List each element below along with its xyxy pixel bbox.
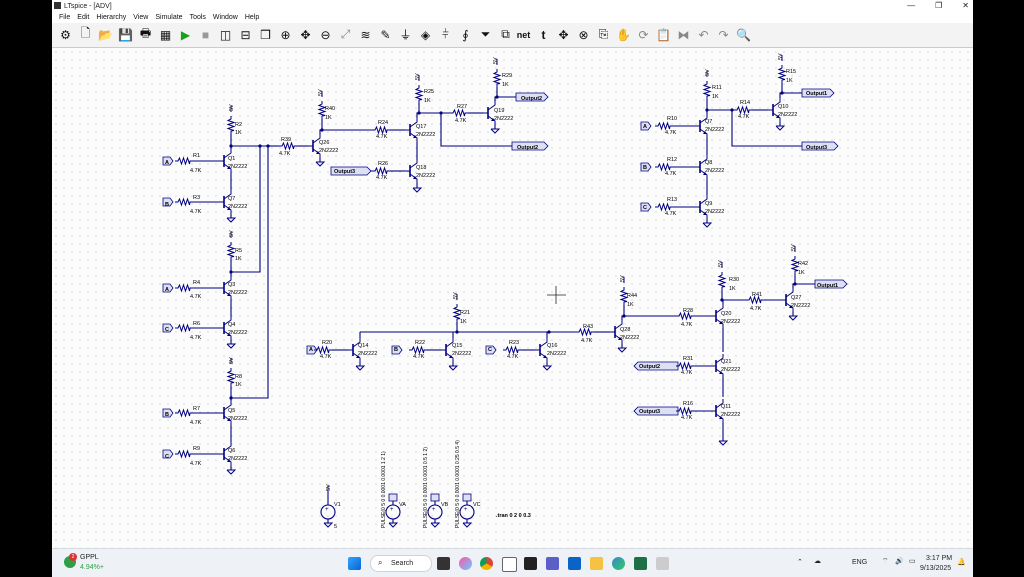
clock-time[interactable]: 3:17 PM	[926, 555, 952, 562]
save-icon[interactable]: 💾	[117, 26, 134, 43]
menu-help[interactable]: Help	[245, 14, 259, 21]
component-icon[interactable]: ⧉	[497, 26, 514, 43]
teams-icon[interactable]	[546, 557, 559, 570]
menu-edit[interactable]: Edit	[77, 14, 89, 21]
file-explorer-icon[interactable]	[590, 557, 603, 570]
search-box[interactable]: ⌕ Search	[370, 555, 432, 572]
language-indicator[interactable]: ENG	[852, 559, 867, 566]
rotate-icon[interactable]: ⟳	[635, 26, 652, 43]
search-icon: ⌕	[378, 558, 383, 567]
stock-change: 4.94%+	[80, 564, 104, 571]
ltspice-taskbar-icon[interactable]	[502, 557, 517, 572]
schematic-canvas[interactable]	[52, 48, 973, 552]
title-bar: LTspice - [ADV] — ❐ ✕	[52, 0, 973, 12]
tile-vertical-icon[interactable]: ◫	[217, 26, 234, 43]
minimize-icon[interactable]: —	[907, 0, 915, 12]
menu-hierarchy[interactable]: Hierarchy	[96, 14, 126, 21]
menu-view[interactable]: View	[133, 14, 148, 21]
menu-window[interactable]: Window	[213, 14, 238, 21]
clock-date[interactable]: 9/13/2025	[920, 565, 951, 572]
new-schematic-icon[interactable]: 🗋	[77, 26, 94, 43]
label-net-icon[interactable]: ◈	[417, 26, 434, 43]
redo-icon[interactable]: ↷	[715, 26, 732, 43]
capacitor-icon[interactable]: ⫩	[437, 26, 454, 43]
copilot-icon[interactable]	[459, 557, 472, 570]
volume-icon[interactable]: 🔊	[895, 557, 904, 565]
undo-icon[interactable]: ↶	[695, 26, 712, 43]
inductor-icon[interactable]: ∮	[457, 26, 474, 43]
spice-net-icon[interactable]: net	[515, 26, 532, 43]
pan-icon[interactable]: ✥	[297, 26, 314, 43]
zoom-out-icon[interactable]: ⊖	[317, 26, 334, 43]
wire-icon[interactable]: ✎	[377, 26, 394, 43]
chrome-icon[interactable]	[480, 557, 493, 570]
excel-icon[interactable]	[634, 557, 647, 570]
toolbar: ⚙ 🗋 📂 💾 🖶 ▦ ▶ ■ ◫ ⊟ ❒ ⊕ ✥ ⊖ ⤢ ≋ ✎ ⏚ ◈ ⫩ …	[52, 23, 973, 48]
text-icon[interactable]: t	[535, 26, 552, 43]
close-icon[interactable]: ✕	[962, 0, 969, 12]
settings-icon[interactable]: ⚙	[57, 26, 74, 43]
drag-icon[interactable]: ✋	[615, 26, 632, 43]
task-view-icon[interactable]	[437, 557, 450, 570]
notification-bell-icon[interactable]: 🔔	[957, 558, 966, 566]
tile-horizontal-icon[interactable]: ⊟	[237, 26, 254, 43]
media-icon[interactable]	[656, 557, 669, 570]
outlook-icon[interactable]	[568, 557, 581, 570]
tray-chevron-icon[interactable]: ⌃	[797, 558, 803, 566]
menu-file[interactable]: File	[59, 14, 70, 21]
zoom-fit-icon[interactable]: ⤢	[337, 26, 354, 43]
menu-tools[interactable]: Tools	[190, 14, 206, 21]
ltspice-window: LTspice - [ADV] — ❐ ✕ File Edit Hierarch…	[52, 0, 973, 576]
paste-icon[interactable]: 📋	[655, 26, 672, 43]
ground-icon[interactable]: ⏚	[397, 26, 414, 43]
run-icon[interactable]: ▶	[177, 26, 194, 43]
diode-icon[interactable]: ⏷	[477, 26, 494, 43]
cloud-icon[interactable]: ☁	[814, 557, 821, 565]
search-placeholder: Search	[391, 560, 414, 567]
battery-icon[interactable]: ▭	[909, 557, 916, 565]
start-button[interactable]	[348, 557, 361, 570]
mirror-icon[interactable]: ⧓	[675, 26, 692, 43]
notification-badge: 2	[69, 553, 77, 561]
menu-bar: File Edit Hierarchy View Simulate Tools …	[52, 12, 973, 23]
window-title: LTspice - [ADV]	[64, 2, 112, 10]
zoom-in-icon[interactable]: ⊕	[277, 26, 294, 43]
duplicate-icon[interactable]: ⎘	[595, 26, 612, 43]
halt-icon[interactable]: ■	[197, 26, 214, 43]
open-icon[interactable]: 📂	[97, 26, 114, 43]
wifi-icon[interactable]: ⌔	[882, 557, 889, 566]
maximize-icon[interactable]: ❐	[935, 0, 942, 12]
stock-name[interactable]: GPPL	[80, 554, 99, 561]
app-icon	[54, 2, 61, 9]
autorange-icon[interactable]: ≋	[357, 26, 374, 43]
cascade-icon[interactable]: ❒	[257, 26, 274, 43]
print-icon[interactable]: 🖶	[137, 26, 154, 43]
menu-simulate[interactable]: Simulate	[155, 14, 182, 21]
move-icon[interactable]: ✥	[555, 26, 572, 43]
app-taskbar-icon[interactable]	[524, 557, 537, 570]
edge-icon[interactable]	[612, 557, 625, 570]
delete-icon[interactable]: ⊗	[575, 26, 592, 43]
netlist-icon[interactable]: ▦	[157, 26, 174, 43]
find-icon[interactable]: 🔍	[735, 26, 752, 43]
windows-taskbar: 2 GPPL 4.94%+ ⌕ Search ⌃ ☁ ENG ⌔ 🔊 ▭ 3:1…	[52, 548, 973, 577]
